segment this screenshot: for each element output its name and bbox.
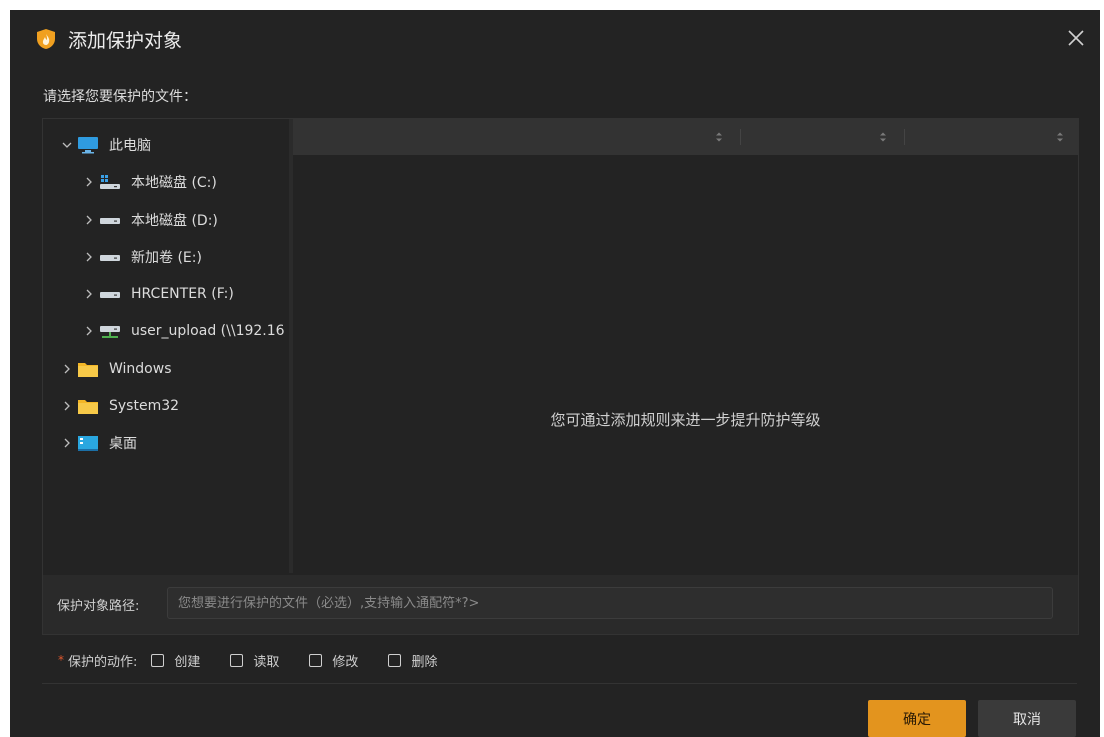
title-bar: 添加保护对象 — [10, 10, 1100, 68]
chevron-right-icon[interactable] — [83, 251, 95, 263]
sort-icon[interactable] — [879, 131, 887, 143]
tree-item-label: 桌面 — [109, 436, 137, 452]
add-protected-object-dialog: 添加保护对象 请选择您要保护的文件： 此电脑 本地磁盘 (C:) 本地磁盘 (D… — [10, 10, 1100, 737]
checkbox-box[interactable] — [309, 653, 323, 667]
checkbox-box[interactable] — [230, 653, 244, 667]
footer-divider — [42, 683, 1077, 684]
tree-item-this-pc[interactable]: 此电脑 — [61, 132, 151, 158]
path-label: 保护对象路径: — [57, 599, 140, 614]
confirm-button[interactable]: 确定 — [868, 700, 966, 737]
drive-icon — [100, 218, 120, 224]
sort-icon[interactable] — [715, 131, 723, 143]
column-divider[interactable] — [740, 129, 741, 145]
sort-icon[interactable] — [1056, 131, 1064, 143]
chevron-right-icon[interactable] — [61, 437, 73, 449]
action-read-checkbox[interactable]: 读取 — [230, 651, 279, 670]
tree-item-label: 本地磁盘 (D:) — [131, 213, 218, 229]
checkbox-label: 修改 — [332, 654, 359, 670]
tree-item-label: user_upload (\\192.16 — [131, 323, 285, 339]
actions-label: 保护的动作: — [68, 654, 138, 670]
checkbox-label: 创建 — [174, 654, 201, 670]
drive-icon — [100, 255, 120, 261]
cancel-button[interactable]: 取消 — [978, 700, 1076, 737]
folder-icon — [78, 363, 98, 377]
empty-state-text: 您可通过添加规则来进一步提升防护等级 — [550, 411, 821, 429]
tree-item-drive-d[interactable]: 本地磁盘 (D:) — [83, 207, 218, 233]
checkbox-label: 删除 — [411, 654, 438, 670]
tree-item-label: 新加卷 (E:) — [131, 250, 202, 266]
protected-actions-row: * 保护的动作: 创建 读取 修改 删除 — [58, 650, 437, 670]
action-create-checkbox[interactable]: 创建 — [151, 651, 200, 670]
checkbox-box[interactable] — [388, 653, 402, 667]
tree-item-drive-c[interactable]: 本地磁盘 (C:) — [83, 169, 217, 195]
tree-item-label: 本地磁盘 (C:) — [131, 175, 217, 191]
rules-grid: 您可通过添加规则来进一步提升防护等级 — [293, 119, 1078, 573]
tree-item-system32[interactable]: System32 — [61, 393, 179, 419]
desktop-icon — [78, 436, 98, 451]
tree-item-label: System32 — [109, 398, 180, 414]
dialog-title: 添加保护对象 — [68, 30, 183, 52]
chevron-down-icon[interactable] — [61, 139, 73, 151]
folder-icon — [78, 400, 98, 414]
column-divider[interactable] — [904, 129, 905, 145]
path-row: 保护对象路径: — [43, 575, 1078, 634]
tree-item-label: Windows — [109, 361, 172, 377]
action-delete-checkbox[interactable]: 删除 — [388, 651, 437, 670]
tree-item-drive-f[interactable]: HRCENTER (F:) — [83, 281, 234, 307]
folder-tree: 此电脑 本地磁盘 (C:) 本地磁盘 (D:) 新加卷 (E:) HRCENTE… — [43, 119, 289, 573]
system-drive-icon — [100, 175, 120, 189]
action-modify-checkbox[interactable]: 修改 — [309, 651, 358, 670]
checkbox-label: 读取 — [253, 654, 280, 670]
path-input[interactable] — [167, 587, 1053, 619]
chevron-right-icon[interactable] — [83, 288, 95, 300]
select-files-prompt: 请选择您要保护的文件： — [43, 89, 197, 105]
tree-item-windows[interactable]: Windows — [61, 356, 172, 382]
tree-item-desktop[interactable]: 桌面 — [61, 430, 137, 456]
drive-icon — [100, 292, 120, 298]
tree-item-drive-e[interactable]: 新加卷 (E:) — [83, 244, 202, 270]
computer-icon — [78, 137, 98, 154]
checkbox-box[interactable] — [151, 653, 165, 667]
tree-item-network-drive[interactable]: user_upload (\\192.16 — [83, 318, 285, 344]
required-mark: * — [58, 653, 64, 667]
network-drive-icon — [100, 326, 120, 338]
tree-item-label: HRCENTER (F:) — [131, 286, 234, 302]
chevron-right-icon[interactable] — [61, 363, 73, 375]
chevron-right-icon[interactable] — [61, 400, 73, 412]
grid-header — [293, 119, 1078, 155]
chevron-right-icon[interactable] — [83, 214, 95, 226]
tree-item-label: 此电脑 — [109, 138, 151, 154]
shield-flame-icon — [37, 29, 55, 49]
close-icon[interactable] — [1064, 26, 1088, 50]
file-browser-panel: 此电脑 本地磁盘 (C:) 本地磁盘 (D:) 新加卷 (E:) HRCENTE… — [42, 118, 1079, 635]
chevron-right-icon[interactable] — [83, 176, 95, 188]
chevron-right-icon[interactable] — [83, 325, 95, 337]
